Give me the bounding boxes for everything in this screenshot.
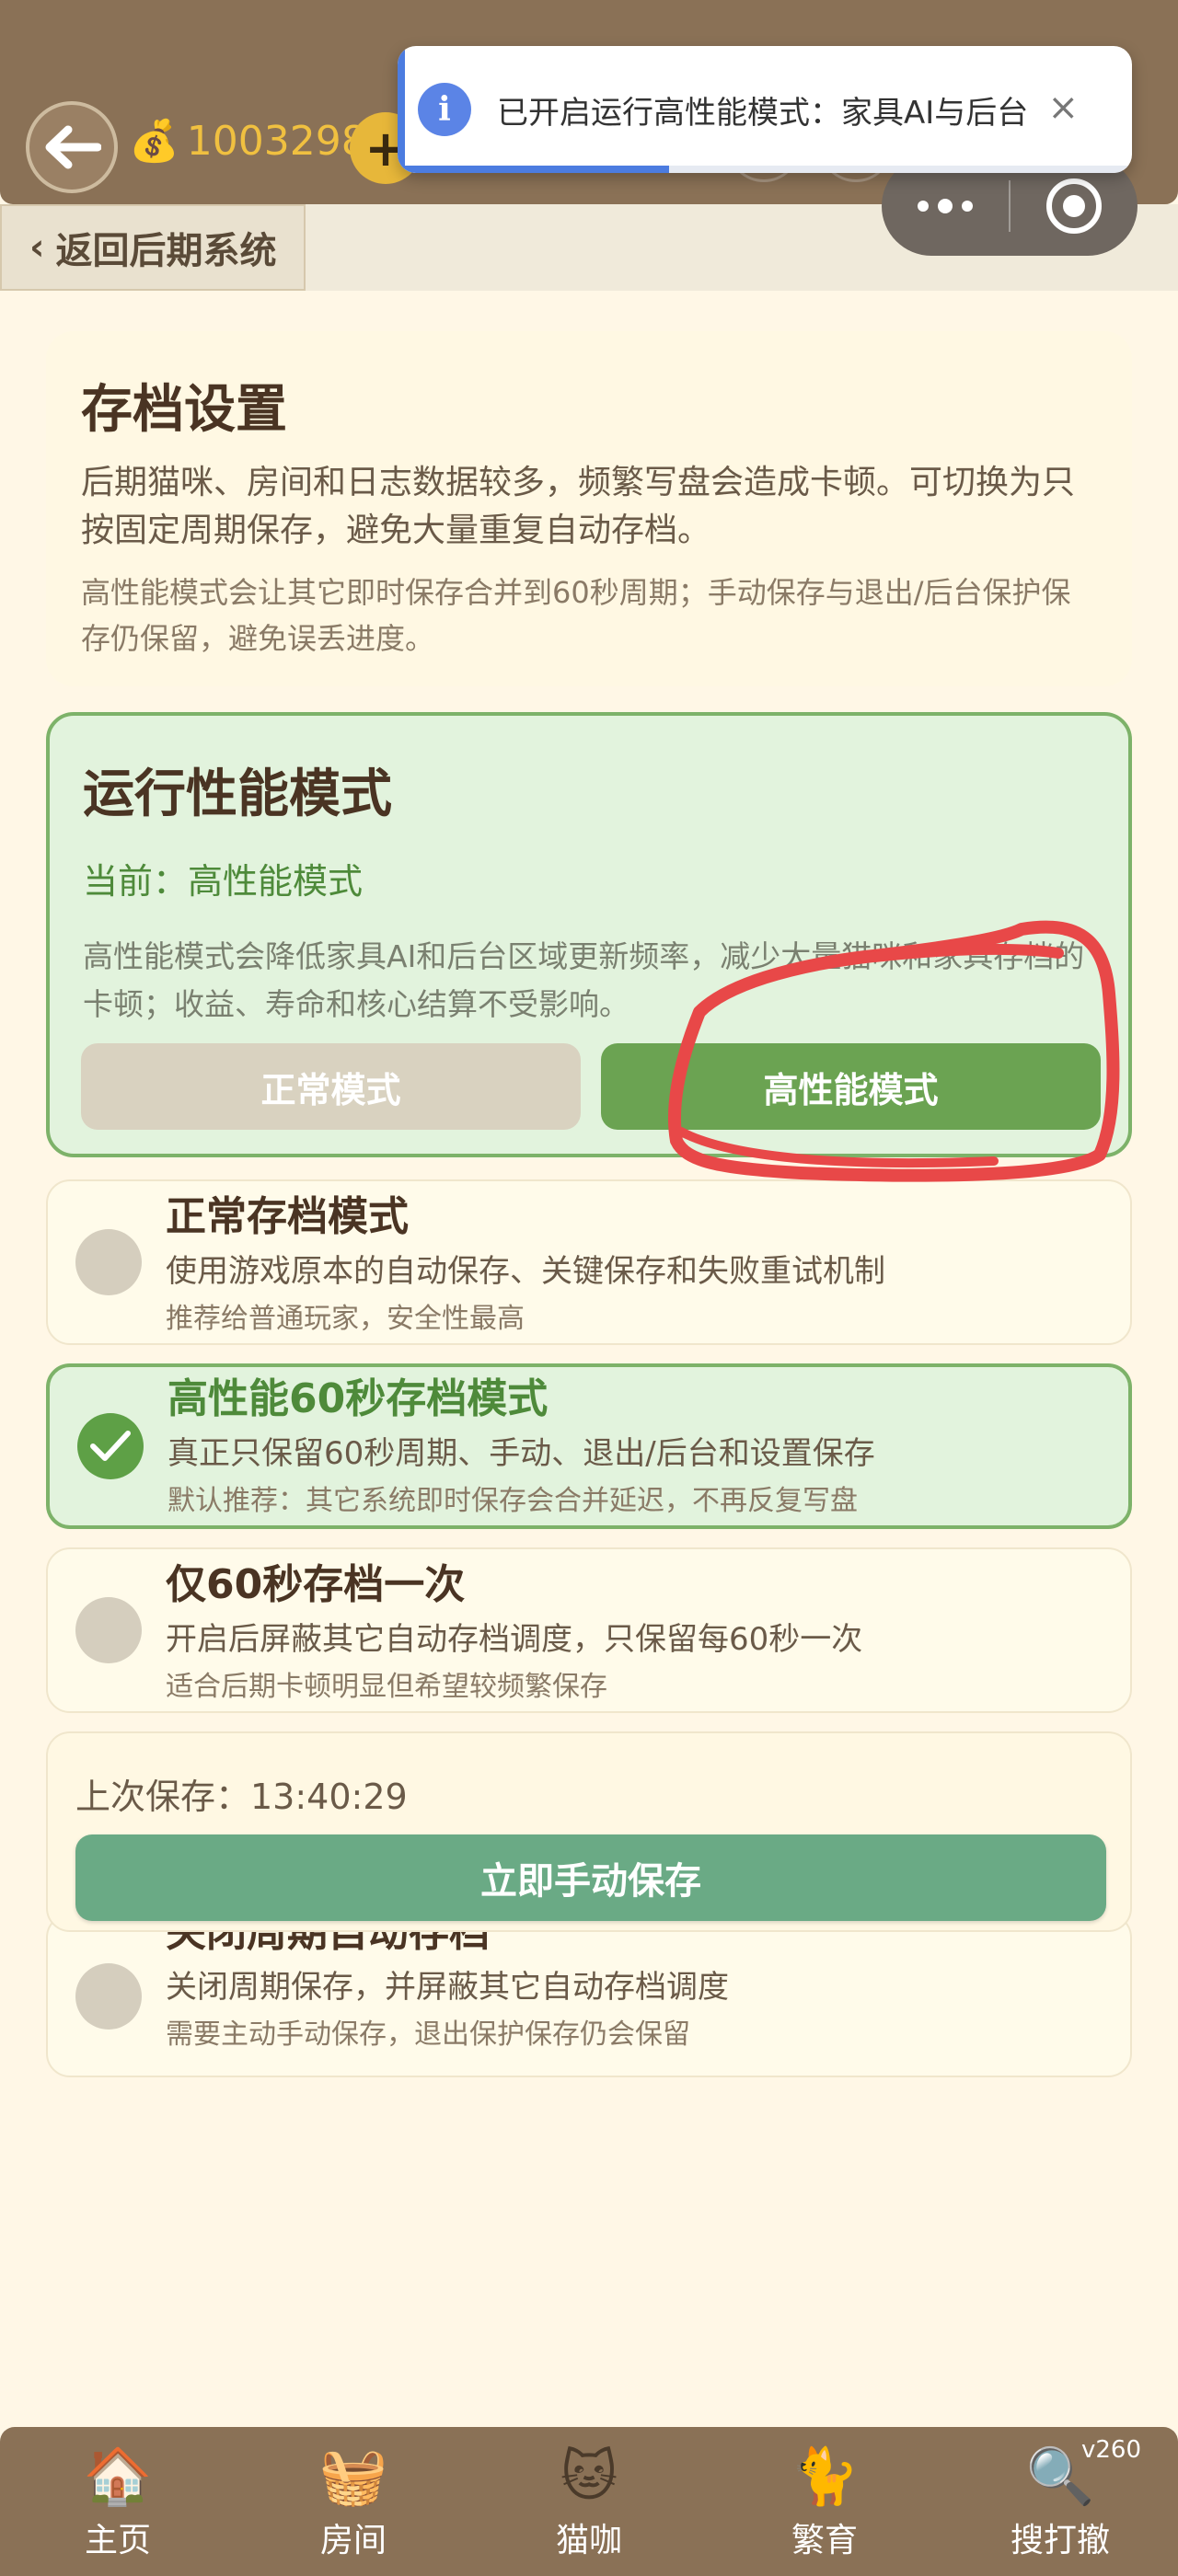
checkmark-icon	[90, 1431, 131, 1461]
option-description: 开启后屏蔽其它自动存档调度，只保留每60秒一次	[166, 1621, 863, 1658]
normal-mode-button[interactable]: 正常模式	[81, 1043, 581, 1130]
performance-mode-card: 运行性能模式 当前：高性能模式 高性能模式会降低家具AI和后台区域更新频率，减少…	[46, 712, 1132, 1157]
nav-label: 繁育	[791, 2522, 858, 2559]
house-icon: 🏠	[83, 2444, 153, 2509]
info-icon: i	[418, 83, 471, 136]
last-save-time: 上次保存：13:40:29	[75, 1777, 408, 1817]
performance-mode-description: 高性能模式会降低家具AI和后台区域更新频率，减少大量猫咪和家具存档的卡顿；收益、…	[83, 938, 1085, 1022]
left-arrow-icon	[45, 125, 101, 169]
save-option-high-performance[interactable]: 高性能60秒存档模式 真正只保留60秒周期、手动、退出/后台和设置保存 默认推荐…	[46, 1363, 1132, 1529]
radio-checked[interactable]	[77, 1413, 144, 1479]
nav-label: 猫咖	[555, 2522, 622, 2559]
dot	[962, 201, 973, 212]
toast-progress-track	[398, 166, 1132, 173]
performance-mode-title: 运行性能模式	[83, 765, 392, 824]
money-bag-icon: 💰	[129, 117, 179, 165]
option-note: 默认推荐：其它系统即时保存会合并延迟，不再反复写盘	[167, 1485, 858, 1517]
radio-unchecked[interactable]	[75, 1963, 142, 2030]
option-title: 仅60秒存档一次	[166, 1561, 466, 1608]
option-note: 需要主动手动保存，退出保护保存仍会保留	[166, 2018, 690, 2051]
save-option-60s-once[interactable]: 仅60秒存档一次 开启后屏蔽其它自动存档调度，只保留每60秒一次 适合后期卡顿明…	[46, 1547, 1132, 1713]
chevron-left-icon: ‹	[29, 226, 45, 269]
mode-toggle-group: 正常模式 高性能模式	[81, 1043, 1101, 1130]
current-mode-text: 当前：高性能模式	[83, 861, 364, 902]
archive-settings-note: 高性能模式会让其它即时保存合并到60秒周期；手动保存与退出/后台保护保存仍保留，…	[81, 575, 1071, 656]
nav-label: 房间	[319, 2522, 387, 2559]
manual-save-card: 上次保存：13:40:29 立即手动保存	[46, 1731, 1132, 1932]
archive-settings-title: 存档设置	[81, 380, 287, 440]
radio-unchecked[interactable]	[75, 1229, 142, 1295]
nav-label: 搜打撤	[1010, 2522, 1110, 2559]
archive-settings-description: 后期猫咪、房间和日志数据较多，频繁写盘会造成卡顿。可切换为只按固定周期保存，避免…	[81, 464, 1076, 549]
coin-value: 1003298	[186, 118, 367, 165]
option-title: 正常存档模式	[166, 1193, 409, 1240]
radio-unchecked[interactable]	[75, 1597, 142, 1663]
close-mini-program-button[interactable]	[1011, 178, 1138, 234]
version-label: v260	[1080, 2436, 1141, 2464]
option-note: 推荐给普通玩家，安全性最高	[166, 1303, 525, 1335]
return-late-system-button[interactable]: ‹ 返回后期系统	[0, 204, 306, 291]
target-icon	[1046, 178, 1102, 234]
dot	[938, 199, 953, 213]
nav-cat-cafe[interactable]: 🐱 猫咖	[471, 2427, 707, 2576]
nav-home[interactable]: 🏠 主页	[0, 2427, 236, 2576]
option-title: 高性能60秒存档模式	[167, 1375, 549, 1422]
room-icon: 🧺	[318, 2444, 388, 2509]
cat-cafe-icon: 🐱	[560, 2444, 618, 2509]
dot	[918, 201, 929, 212]
option-description: 真正只保留60秒周期、手动、退出/后台和设置保存	[167, 1435, 875, 1472]
archive-settings-card: 存档设置 后期猫咪、房间和日志数据较多，频繁写盘会造成卡顿。可切换为只按固定周期…	[46, 331, 1132, 686]
option-note: 适合后期卡顿明显但希望较频繁保存	[166, 1671, 607, 1703]
more-options-button[interactable]	[882, 199, 1009, 213]
back-arrow-button[interactable]	[26, 101, 118, 193]
nav-room[interactable]: 🧺 房间	[236, 2427, 471, 2576]
option-description: 使用游戏原本的自动保存、关键保存和失败重试机制	[166, 1253, 885, 1290]
notification-toast: i 已开启运行高性能模式：家具AI与后台 ×	[398, 46, 1132, 173]
save-option-normal[interactable]: 正常存档模式 使用游戏原本的自动保存、关键保存和失败重试机制 推荐给普通玩家，安…	[46, 1179, 1132, 1345]
high-performance-mode-button[interactable]: 高性能模式	[601, 1043, 1101, 1130]
close-icon[interactable]: ×	[1047, 86, 1079, 129]
nav-breeding[interactable]: 🐈 繁育	[707, 2427, 942, 2576]
toast-progress-fill	[398, 166, 670, 173]
nav-label: 主页	[84, 2522, 151, 2559]
save-now-button[interactable]: 立即手动保存	[75, 1834, 1106, 1921]
option-description: 关闭周期保存，并屏蔽其它自动存档调度	[166, 1969, 729, 2006]
return-label: 返回后期系统	[55, 230, 277, 272]
toast-message: 已开启运行高性能模式：家具AI与后台	[497, 94, 1029, 132]
coin-balance: 💰 1003298	[129, 118, 367, 165]
save-option-disable-auto[interactable]: 关闭周期自动存档 关闭周期保存，并屏蔽其它自动存档调度 需要主动手动保存，退出保…	[46, 1914, 1132, 2077]
nav-search-loot[interactable]: 🔍 搜打撤 v260	[942, 2427, 1178, 2576]
toast-accent-stripe	[398, 46, 405, 173]
breeding-icon: 🐈	[790, 2444, 860, 2509]
bottom-navigation: 🏠 主页 🧺 房间 🐱 猫咖 🐈 繁育 🔍 搜打撤 v260	[0, 2427, 1178, 2576]
